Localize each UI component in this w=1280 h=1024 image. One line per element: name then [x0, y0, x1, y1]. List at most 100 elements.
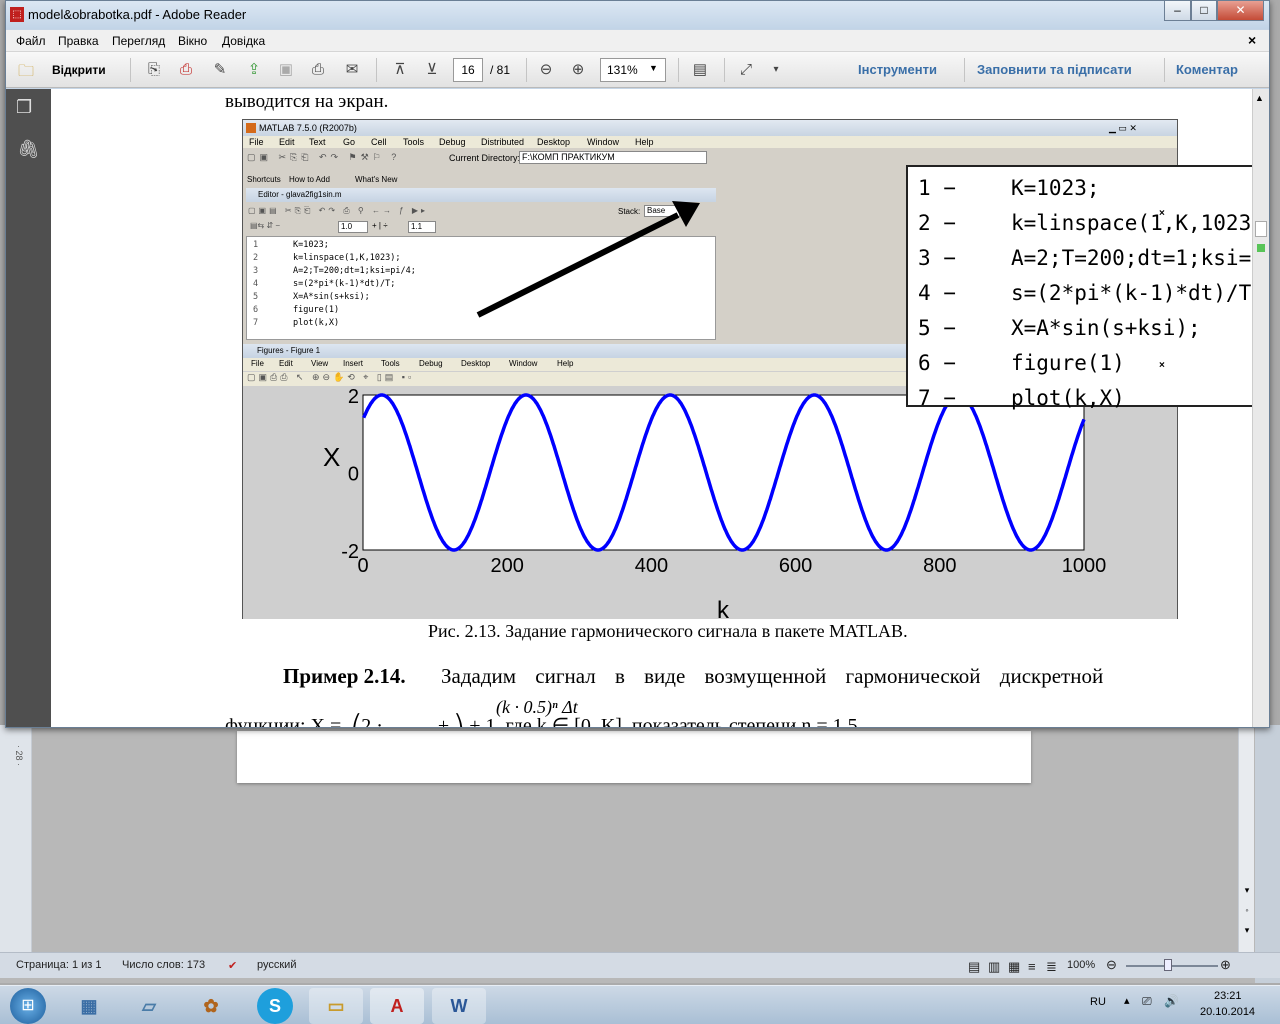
matlab-title: MATLAB 7.5.0 (R2007b) — [259, 123, 357, 133]
menu-view[interactable]: Перегляд — [112, 34, 165, 48]
print-icon[interactable]: ⎙ — [306, 58, 330, 82]
matlab-line-numbers: 1 2 3 4 5 6 7 — [253, 240, 259, 328]
tray-expand-icon[interactable]: ▴ — [1124, 994, 1130, 1007]
fullscreen-icon[interactable]: ⤢ — [734, 58, 758, 82]
save-icon[interactable]: ▣ — [274, 58, 298, 82]
skype-icon[interactable]: S — [257, 988, 293, 1024]
toolbar: 🗀 Відкрити ⎘ ⎙ ✎ ⇪ ▣ ⎙ ✉ ⊼ ⊻ 16 / 81 ⊖ ⊕… — [6, 52, 1269, 88]
figure-menu-file: File — [251, 359, 264, 368]
zoom-select[interactable]: 131% ▼ — [600, 58, 666, 82]
clock-date[interactable]: 20.10.2014 — [1200, 1006, 1255, 1018]
reader-vertical-scrollbar[interactable]: ▲ — [1252, 89, 1269, 727]
zoom-out-icon[interactable]: ⊖ — [1106, 957, 1117, 973]
explorer-icon[interactable]: ▭ — [309, 988, 363, 1024]
view-outline-icon[interactable]: ≡ — [1028, 959, 1036, 974]
page-thumbnails-icon[interactable]: ❐ — [16, 97, 32, 118]
notepad-icon[interactable]: ▱ — [122, 988, 176, 1024]
scroll-down-icon[interactable]: ▾ — [1241, 885, 1253, 897]
export-pdf-icon[interactable]: ⎙ — [174, 58, 198, 82]
status-word-count[interactable]: Число слов: 173 — [122, 959, 205, 971]
adobe-reader-icon[interactable]: A — [370, 988, 424, 1024]
clock-time[interactable]: 23:21 — [1214, 990, 1242, 1002]
windows-taskbar: ⊞ ▦ ▱ ✿ S ▭ A W RU ▴ ⎚ 🔊 23:21 20.10.201… — [0, 985, 1280, 1024]
page-layout-icon[interactable]: ▤ — [688, 58, 712, 82]
figure-menu-tools: Tools — [381, 359, 400, 368]
status-language[interactable]: русский — [257, 959, 296, 971]
zoomed-code-callout: 1 − 2 − 3 − 4 − 5 − 6 − 7 − K=1023; k=li… — [906, 165, 1252, 410]
matlab-menu-window: Window — [587, 137, 620, 147]
start-button-icon[interactable]: ⊞ — [10, 988, 46, 1024]
upload-cloud-icon[interactable]: ⇪ — [242, 58, 266, 82]
network-icon[interactable]: ⎚ — [1142, 994, 1152, 1009]
menu-edit[interactable]: Правка — [58, 34, 99, 48]
menu-help[interactable]: Довідка — [222, 34, 265, 48]
tools-pane-button[interactable]: Інструменти — [858, 62, 937, 77]
attachments-icon[interactable]: 🖇 — [17, 139, 40, 160]
y-axis-label: X — [323, 442, 340, 472]
maximize-button[interactable]: □ — [1191, 1, 1217, 21]
close-button[interactable]: ✕ — [1217, 1, 1264, 21]
zoom-in-button-icon[interactable]: ⊕ — [566, 58, 590, 82]
y-tick-label: 0 — [348, 464, 359, 486]
matlab-menu-tools: Tools — [403, 137, 425, 147]
word-icon[interactable]: W — [432, 988, 486, 1024]
comment-pane-button[interactable]: Коментар — [1176, 62, 1238, 77]
x-tick-label: 1000 — [1062, 555, 1107, 577]
create-pdf-icon[interactable]: ⎘ — [142, 58, 166, 82]
document-viewport: выводится на экран. MATLAB 7.5.0 (R2007b… — [51, 89, 1252, 727]
plot-area: 0 200 400 600 800 1000 20-2 k X — [323, 386, 1107, 619]
view-draft-icon[interactable]: ≣ — [1046, 959, 1057, 975]
view-reading-icon[interactable]: ▥ — [988, 959, 1000, 975]
status-page[interactable]: Страница: 1 из 1 — [16, 959, 102, 971]
example-text: Зададим сигнал в виде возмущенной гармон… — [441, 664, 1104, 688]
menu-bar: Файл Правка Перегляд Вікно Довідка × — [6, 30, 1269, 52]
previous-page-icon[interactable]: ⊼ — [388, 58, 412, 82]
menu-window[interactable]: Вікно — [178, 34, 207, 48]
next-page-icon[interactable]: ⊻ — [420, 58, 444, 82]
shortcut-how-to-add: How to Add — [289, 175, 330, 184]
minimize-button[interactable]: – — [1164, 1, 1191, 21]
zoom-slider-thumb[interactable] — [1164, 959, 1172, 971]
page-total: / 81 — [490, 63, 511, 77]
page-up-icon[interactable]: ◦ — [1241, 905, 1253, 917]
volume-icon[interactable]: 🔊 — [1164, 994, 1179, 1008]
word-vertical-scrollbar[interactable]: ▾ ◦ ▾ — [1238, 725, 1254, 955]
zoom-slider[interactable] — [1126, 965, 1218, 967]
input-language[interactable]: RU — [1090, 996, 1106, 1008]
matlab-menu-go: Go — [343, 137, 356, 147]
email-icon[interactable]: ✉ — [340, 58, 364, 82]
zoom-out-button-icon[interactable]: ⊖ — [534, 58, 558, 82]
navigation-pane: ❐ 🖇 — [6, 89, 51, 727]
x-tick-label: 800 — [923, 555, 956, 577]
calculator-icon[interactable]: ▦ — [62, 988, 116, 1024]
fill-sign-pane-button[interactable]: Заповнити та підписати — [977, 62, 1132, 77]
matlab-menu-bar: File Edit Text Go Cell Tools Debug Distr… — [243, 136, 1177, 148]
matlab-zoom-sep: + | ÷ — [372, 221, 388, 230]
edit-sign-icon[interactable]: ✎ — [208, 58, 232, 82]
toolbar-separator — [724, 58, 725, 82]
zoom-in-icon[interactable]: ⊕ — [1220, 957, 1231, 973]
matlab-editor-icons: ▢▣▤ ✂⎘⎗ ↶↷ ⎙ ⚲ ←→ ƒ ▶▸ — [248, 206, 429, 215]
scroll-up-icon[interactable]: ▲ — [1255, 93, 1264, 103]
document-close-button[interactable]: × — [1248, 32, 1256, 48]
matlab-toolbar: ▢▣ ✂⎘⎗ ↶↷ ⚑⚒⚐ ? Current Directory: F:\КО… — [243, 150, 1177, 166]
ruler-mark: · 28 · — [14, 745, 24, 767]
view-web-icon[interactable]: ▦ — [1008, 959, 1020, 975]
folder-icon: 🗀 — [18, 63, 35, 80]
figure-caption: Рис. 2.13. Задание гармонического сигнал… — [428, 621, 908, 641]
matlab-code-small: K=1023; k=linspace(1,K,1023); A=2;T=200;… — [293, 240, 416, 328]
word-zoom-level[interactable]: 100% — [1067, 959, 1095, 971]
matlab-menu-desktop: Desktop — [537, 137, 571, 147]
spellcheck-icon[interactable]: ✔ — [228, 959, 237, 972]
pdf-file-icon: ⬚ — [10, 7, 24, 22]
scroll-thumb[interactable] — [1255, 221, 1267, 237]
chevron-down-icon[interactable]: ▼ — [649, 63, 658, 73]
toolbar-options-icon[interactable]: ▾ — [764, 58, 788, 82]
paint-icon[interactable]: ✿ — [184, 988, 238, 1024]
menu-file[interactable]: Файл — [16, 34, 46, 48]
view-print-layout-icon[interactable]: ▤ — [968, 959, 980, 975]
page-number-input[interactable]: 16 — [453, 58, 483, 82]
open-button[interactable]: 🗀 Відкрити — [14, 58, 124, 82]
page-down-icon[interactable]: ▾ — [1241, 925, 1253, 937]
window-title: model&obrabotka.pdf - Adobe Reader — [28, 7, 247, 22]
